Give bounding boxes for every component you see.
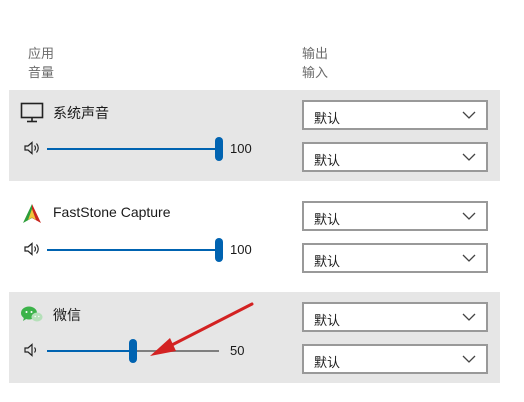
volume-slider[interactable] [47,238,223,262]
faststone-icon [23,204,41,223]
volume-slider-fill [47,249,219,251]
output-device-dropdown[interactable]: 默认 [302,302,488,332]
output-header-label: 输出 [302,46,329,61]
volume-slider-fill [47,350,133,352]
input-device-dropdown[interactable]: 默认 [302,243,488,273]
volume-header-label: 音量 [28,65,55,80]
speaker-icon[interactable] [23,140,41,156]
input-device-value: 默认 [314,254,341,269]
output-device-value: 默认 [314,313,341,328]
app-row-system-sounds: 系统声音 100 默认 默认 [9,90,500,181]
output-device-value: 默认 [314,111,341,126]
volume-slider-thumb[interactable] [129,339,137,363]
output-device-dropdown[interactable]: 默认 [302,201,488,231]
chevron-down-icon [462,111,476,119]
volume-slider[interactable] [47,137,223,161]
input-device-dropdown[interactable]: 默认 [302,142,488,172]
chevron-down-icon [462,212,476,220]
volume-slider-thumb[interactable] [215,238,223,262]
output-device-dropdown[interactable]: 默认 [302,100,488,130]
volume-slider[interactable] [47,339,219,363]
volume-value: 100 [230,242,252,257]
app-name: FastStone Capture [53,204,171,220]
app-name: 系统声音 [53,105,109,121]
volume-value: 50 [230,343,245,358]
volume-value: 100 [230,141,252,156]
app-header-label: 应用 [28,46,55,61]
app-name: 微信 [53,307,81,323]
monitor-icon [20,102,44,123]
chevron-down-icon [462,153,476,161]
app-row-wechat: 微信 50 默认 默认 [9,292,500,383]
output-input-header: 输出 输入 [302,44,328,82]
app-volume-header: 应用 音量 [28,44,54,82]
chevron-down-icon [462,313,476,321]
input-device-value: 默认 [314,355,341,370]
volume-slider-fill [47,148,219,150]
chevron-down-icon [462,355,476,363]
input-device-value: 默认 [314,153,341,168]
app-row-faststone-capture: FastStone Capture 100 默认 默认 [9,191,500,282]
input-device-dropdown[interactable]: 默认 [302,344,488,374]
speaker-icon[interactable] [23,241,41,257]
output-device-value: 默认 [314,212,341,227]
volume-slider-thumb[interactable] [215,137,223,161]
input-header-label: 输入 [302,65,329,80]
chevron-down-icon [462,254,476,262]
speaker-icon[interactable] [23,342,41,358]
wechat-icon [21,306,43,322]
